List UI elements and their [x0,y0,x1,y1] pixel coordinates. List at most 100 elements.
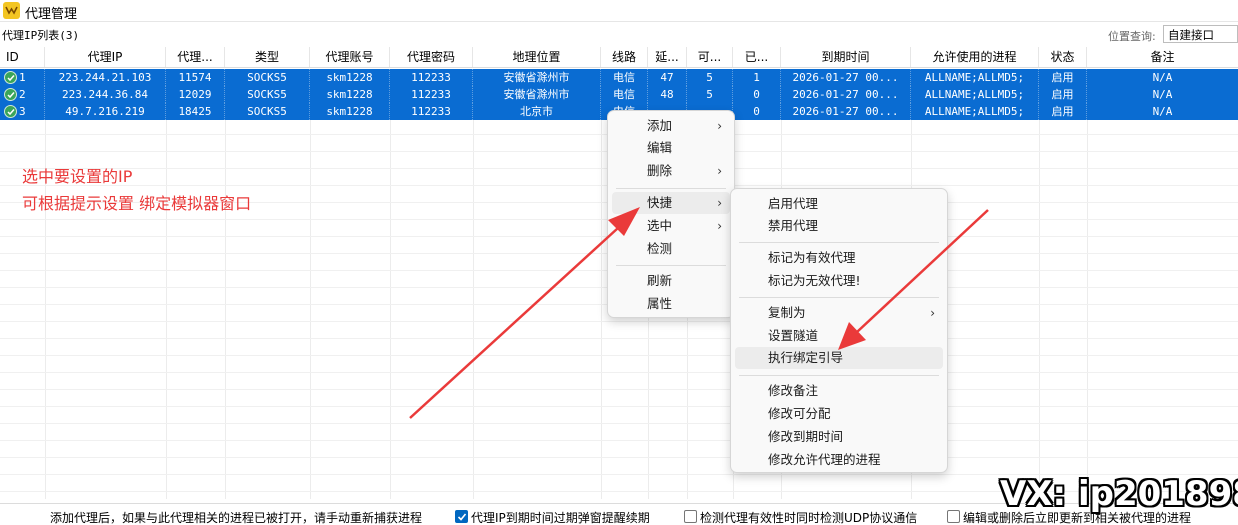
submenu-item-set-tunnel[interactable]: 设置隧道 [735,325,943,347]
cell-used: 1 [733,69,781,86]
cell-password: 112233 [390,69,473,86]
menu-item-refresh[interactable]: 刷新 [612,270,730,292]
menu-item-label: 添加 [647,118,673,133]
col-header[interactable]: 代理... [166,47,225,67]
cell-password: 112233 [390,103,473,120]
chevron-right-icon: › [717,164,722,178]
proxy-list-label: 代理IP列表(3) [2,29,80,42]
submenu-item-edit-assignable[interactable]: 修改可分配 [735,403,943,425]
col-header[interactable]: 代理IP [45,47,166,67]
cell-line: 电信 [601,86,648,103]
cell-used: 0 [733,103,781,120]
submenu-item-enable-proxy[interactable]: 启用代理 [735,193,943,215]
cell-used: 0 [733,86,781,103]
menu-item-label: 复制为 [768,305,806,320]
expiry-reminder-checkbox[interactable] [455,510,468,523]
cell-account: skm1228 [310,86,390,103]
menu-item-label: 检测 [647,241,673,256]
menu-item-label: 启用代理 [768,196,819,211]
annotation-line-2: 可根据提示设置 绑定模拟器窗口 [22,194,252,213]
cell-latency: 48 [648,86,687,103]
cell-expire: 2026-01-27 00... [781,103,911,120]
cell-type: SOCKS5 [225,103,310,120]
cell-id: 1 [0,69,45,86]
cell-latency: 47 [648,69,687,86]
table-header: ID 代理IP 代理... 类型 代理账号 代理密码 地理位置 线路 延... … [0,47,1238,68]
cell-process: ALLNAME;ALLMD5; [911,86,1039,103]
cell-note: N/A [1152,105,1173,118]
row-id: 2 [19,88,26,101]
window-title: 代理管理 [25,7,78,22]
immediate-update-checkbox[interactable] [947,510,960,523]
submenu-item-edit-expiry[interactable]: 修改到期时间 [735,426,943,448]
cell-location: 安徽省滁州市 [473,69,601,86]
menu-separator [739,242,939,243]
title-bar: 代理管理 [0,0,1238,22]
submenu-item-bind-guide[interactable]: 执行绑定引导 [735,347,943,369]
col-header[interactable]: 类型 [225,47,310,67]
menu-item-label: 执行绑定引导 [768,350,844,365]
cell-port: 12029 [166,86,225,103]
menu-item-detect[interactable]: 检测 [612,238,730,260]
col-header[interactable]: 延... [648,47,687,67]
cell-expire: 2026-01-27 00... [781,86,911,103]
cell-ip: 223.244.21.103 [45,69,166,86]
cell-status: 启用 [1039,69,1087,86]
chevron-right-icon: › [717,219,722,233]
cell-expire: 2026-01-27 00... [781,69,911,86]
app-logo-icon [3,2,20,19]
submenu-item-disable-proxy[interactable]: 禁用代理 [735,215,943,237]
udp-check-checkbox[interactable] [684,510,697,523]
cell-location: 安徽省滁州市 [473,86,601,103]
status-ok-icon [4,105,17,118]
submenu-item-mark-invalid[interactable]: 标记为无效代理! [735,270,943,292]
menu-item-label: 属性 [647,296,673,311]
col-header[interactable]: 代理账号 [310,47,390,67]
col-header[interactable]: 到期时间 [781,47,911,67]
col-header[interactable]: ID [0,47,45,67]
status-ok-icon [4,71,17,84]
submenu-item-mark-valid[interactable]: 标记为有效代理 [735,247,943,269]
menu-item-shortcut[interactable]: 快捷 › [612,192,730,214]
status-ok-icon [4,88,17,101]
menu-item-add[interactable]: 添加 › [612,115,730,137]
col-header[interactable]: 地理位置 [473,47,601,67]
submenu-item-edit-note[interactable]: 修改备注 [735,380,943,402]
capture-hint-text: 添加代理后，如果与此代理相关的进程已被打开，请手动重新捕获进程 [50,511,423,525]
menu-item-label: 刷新 [647,273,673,288]
submenu-item-edit-allowed-process[interactable]: 修改允许代理的进程 [735,449,943,471]
cell-account: skm1228 [310,69,390,86]
chevron-right-icon: › [717,196,722,210]
position-query-select[interactable]: 自建接口 [1163,25,1238,43]
cell-status: 启用 [1039,103,1087,120]
row-id: 1 [19,71,26,84]
col-header[interactable]: 允许使用的进程 [911,47,1039,67]
menu-item-label: 选中 [647,218,673,233]
col-header[interactable]: 已... [733,47,781,67]
cell-available: 5 [687,69,733,86]
cell-process: ALLNAME;ALLMD5; [911,103,1039,120]
cell-process: ALLNAME;ALLMD5; [911,69,1039,86]
menu-separator [739,375,939,376]
cell-status: 启用 [1039,86,1087,103]
col-header[interactable]: 线路 [601,47,648,67]
menu-item-label: 修改可分配 [768,406,831,421]
menu-item-label: 快捷 [647,195,673,210]
cell-ip: 49.7.216.219 [45,103,166,120]
menu-item-delete[interactable]: 删除 › [612,160,730,182]
col-header[interactable]: 状态 [1039,47,1087,67]
table-row[interactable]: 2 223.244.36.84 12029 SOCKS5 skm1228 112… [0,86,1238,103]
cell-password: 112233 [390,86,473,103]
context-menu: 添加 › 编辑 删除 › 快捷 › 选中 › 检测 刷新 属性 [607,110,735,318]
col-header[interactable]: 代理密码 [390,47,473,67]
col-header[interactable]: 备注 [1087,47,1238,67]
menu-item-select[interactable]: 选中 › [612,215,730,237]
cell-port: 11574 [166,69,225,86]
col-header[interactable]: 可... [687,47,733,67]
menu-item-edit[interactable]: 编辑 [612,137,730,159]
table-row[interactable]: 1 223.244.21.103 11574 SOCKS5 skm1228 11… [0,69,1238,86]
menu-item-properties[interactable]: 属性 [612,293,730,315]
toolbar: 代理IP列表(3) 位置查询: 自建接口 [0,24,1238,44]
submenu-item-copy-as[interactable]: 复制为 › [735,302,943,324]
menu-item-label: 标记为有效代理 [768,250,856,265]
